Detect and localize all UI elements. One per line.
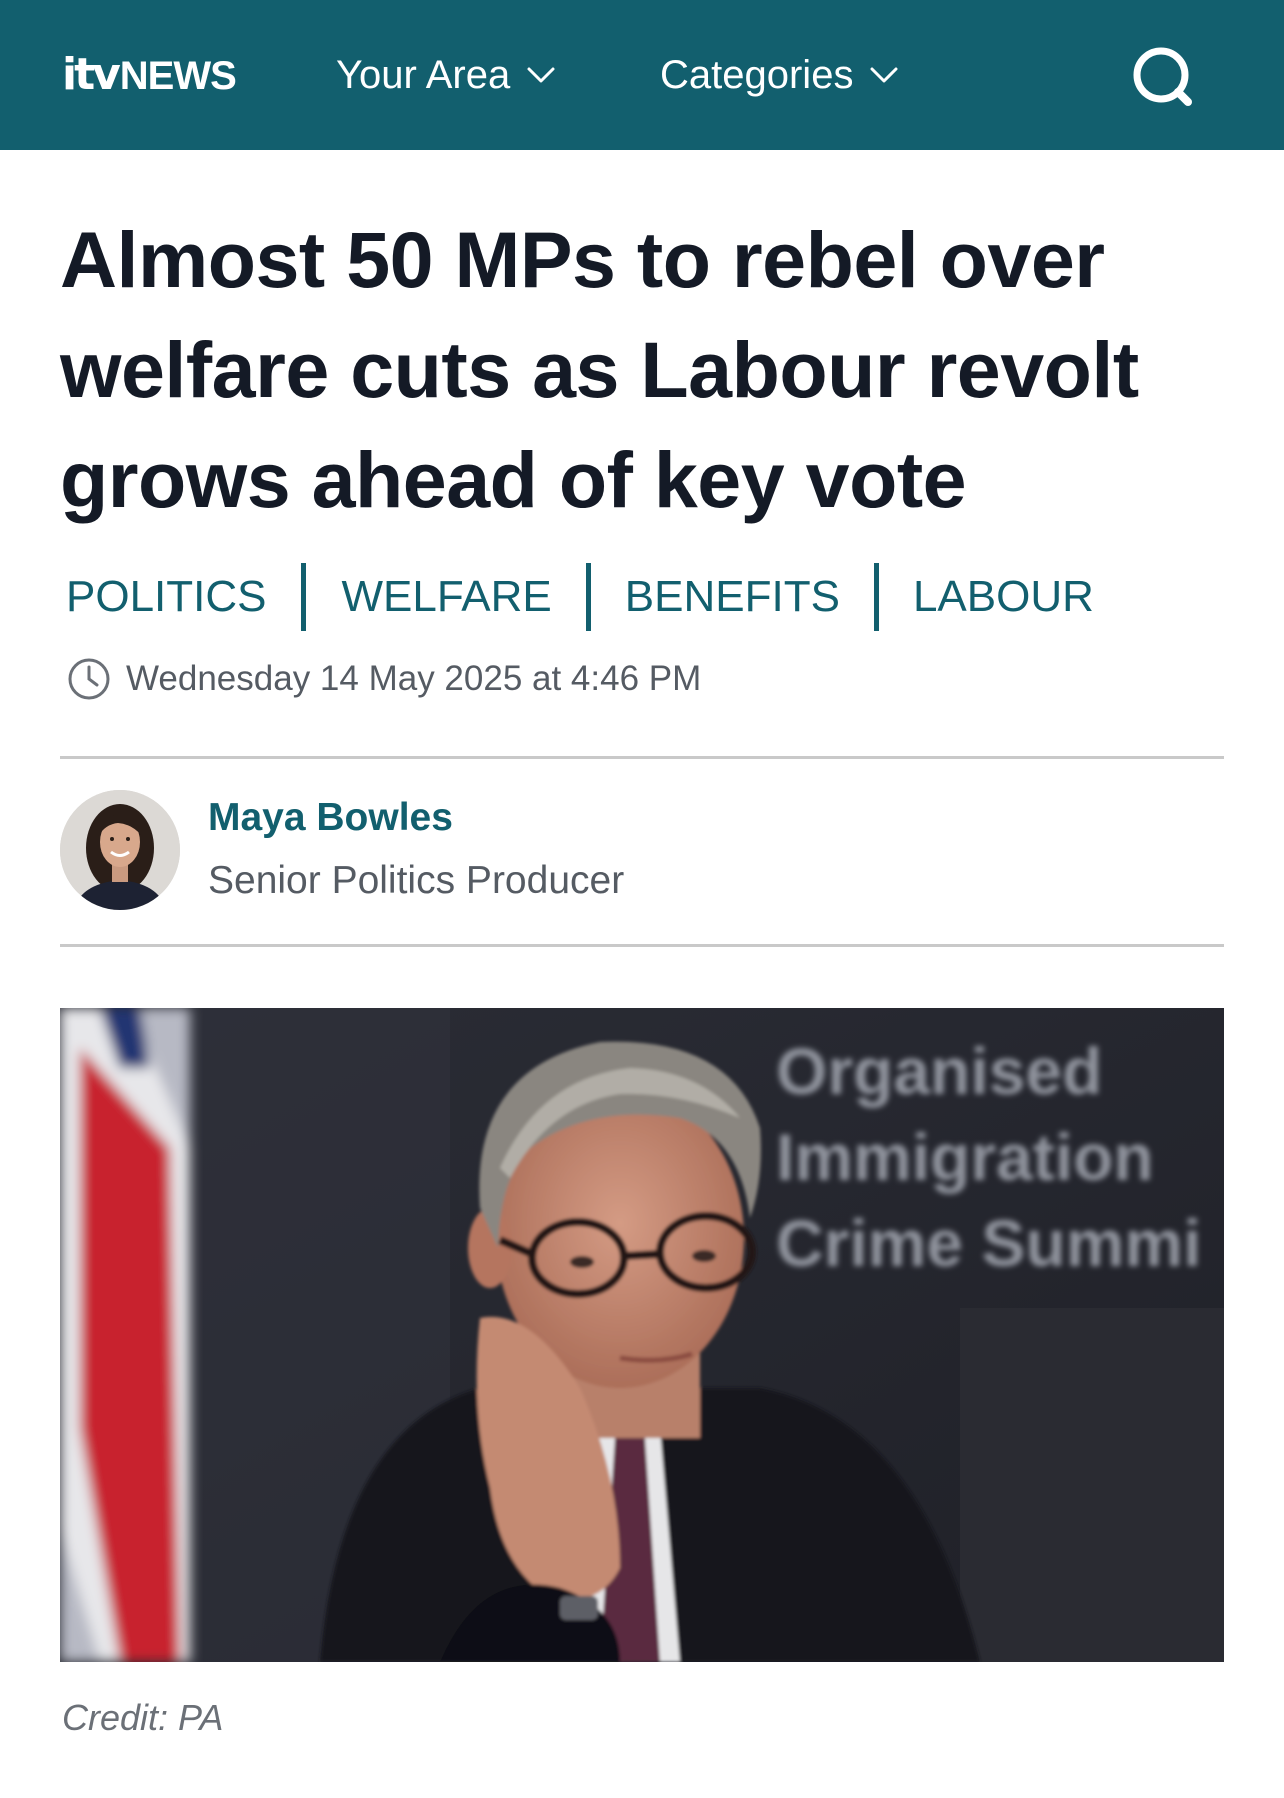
nav-categories[interactable]: Categories [660,50,899,100]
publish-date-row: Wednesday 14 May 2025 at 4:46 PM [66,654,701,704]
logo-itv: itv [62,49,121,100]
backdrop-text-line-2: Immigration [776,1120,1154,1194]
itv-news-logo[interactable]: itv NEWS [62,49,237,101]
image-credit: Credit: PA [62,1697,224,1738]
nav-categories-label: Categories [660,53,854,97]
author-role: Senior Politics Producer [208,859,625,902]
divider [60,944,1224,947]
article-tags: POLITICS WELFARE BENEFITS LABOUR [66,560,1094,634]
tag-labour[interactable]: LABOUR [913,560,1094,634]
search-icon[interactable] [1130,44,1196,110]
hero-photo: Organised Immigration Crime Summi [60,1008,1224,1662]
backdrop-text-line-1: Organised [776,1034,1102,1108]
clock-icon [68,658,110,700]
tag-divider [873,563,879,631]
tag-welfare[interactable]: WELFARE [342,560,552,634]
article-hero-image: Organised Immigration Crime Summi [60,1008,1224,1662]
tag-benefits[interactable]: BENEFITS [625,560,840,634]
chevron-down-icon [527,67,555,83]
divider [60,756,1224,759]
chevron-down-icon [870,67,898,83]
author-photo [60,790,180,910]
nav-your-area-label: Your Area [336,53,511,97]
author-name[interactable]: Maya Bowles [208,793,453,843]
backdrop-text-line-3: Crime Summi [776,1206,1201,1280]
tag-divider [300,563,306,631]
tag-politics[interactable]: POLITICS [66,560,267,634]
article-headline: Almost 50 MPs to rebel over welfare cuts… [60,215,1139,524]
nav-your-area[interactable]: Your Area [336,50,556,100]
author-avatar[interactable] [60,790,180,910]
publish-date: Wednesday 14 May 2025 at 4:46 PM [126,659,702,698]
top-navigation-bar: itv NEWS Your Area Categories [0,0,1284,150]
tag-divider [585,563,591,631]
logo-news: NEWS [119,54,237,98]
